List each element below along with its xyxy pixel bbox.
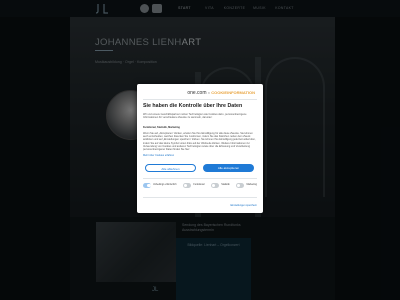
toggle-label: Unbedingt erforderlich: [153, 182, 177, 186]
toggle-label: Funktional: [193, 182, 205, 186]
accept-all-button[interactable]: Alle akzeptieren: [203, 164, 254, 172]
toggle-switch[interactable]: [143, 183, 151, 188]
dialog-brand: one.com x COOKIEINFORMATION: [187, 90, 255, 96]
consent-toggles: Unbedingt erforderlich Funktional Statis…: [143, 183, 257, 188]
divider: [143, 99, 257, 100]
save-settings-link[interactable]: Einstellungen speichern: [230, 204, 257, 207]
toggle-label: Statistik: [221, 182, 230, 186]
cookie-info-link[interactable]: Mehr über Cookies erfahren: [143, 154, 174, 157]
toggle-switch[interactable]: [183, 183, 192, 188]
dialog-title: Sie haben die Kontrolle über Ihre Daten: [143, 103, 243, 109]
brand-separator: x: [207, 90, 210, 95]
toggle-switch[interactable]: [211, 183, 220, 188]
toggle-functional[interactable]: Funktional: [183, 183, 204, 188]
toggle-label: Marketing: [246, 182, 257, 186]
toggle-marketing[interactable]: Marketing: [236, 183, 257, 188]
cookie-consent-dialog: one.com x COOKIEINFORMATION Sie haben di…: [137, 84, 263, 213]
brand-partner: COOKIEINFORMATION: [211, 90, 255, 95]
reject-all-button[interactable]: Alle ablehnen: [145, 164, 196, 172]
dialog-purposes: Funktional, Statistik, Marketing: [143, 126, 180, 129]
dialog-details: Wenn Sie auf „Akzeptieren“ klicken, erte…: [143, 132, 256, 152]
brand-name: one.com: [187, 90, 207, 96]
toggle-switch[interactable]: [236, 183, 245, 188]
divider: [143, 178, 257, 179]
divider: [143, 197, 257, 198]
dialog-intro: Wir und unsere Geschäftspartner nutzen T…: [143, 113, 247, 120]
toggle-statistics[interactable]: Statistik: [211, 182, 230, 188]
toggle-necessary[interactable]: Unbedingt erforderlich: [143, 183, 177, 188]
